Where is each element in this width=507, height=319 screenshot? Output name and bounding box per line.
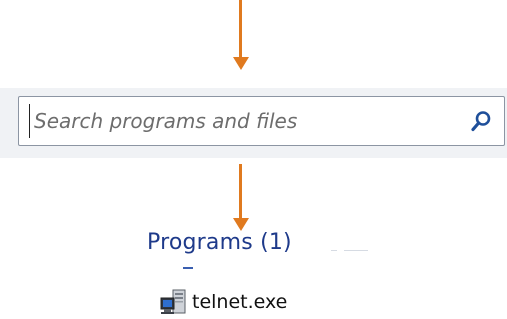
guide-arrow-top — [233, 0, 249, 72]
search-strip — [0, 88, 507, 158]
search-icon[interactable] — [470, 110, 492, 132]
programs-section-heading: Programs (1) — [147, 230, 292, 255]
guide-arrow-middle — [233, 164, 249, 234]
heading-underline-mark — [183, 267, 193, 269]
search-input[interactable] — [29, 104, 454, 138]
telnet-program-icon — [160, 289, 186, 314]
program-result-label: telnet.exe — [192, 291, 288, 313]
heading-divider — [344, 250, 368, 251]
search-box[interactable] — [18, 96, 505, 146]
start-menu-search-screenshot: Programs (1) telnet.exe — [0, 0, 507, 319]
heading-divider — [331, 250, 337, 251]
program-result-telnet[interactable]: telnet.exe — [160, 289, 287, 315]
